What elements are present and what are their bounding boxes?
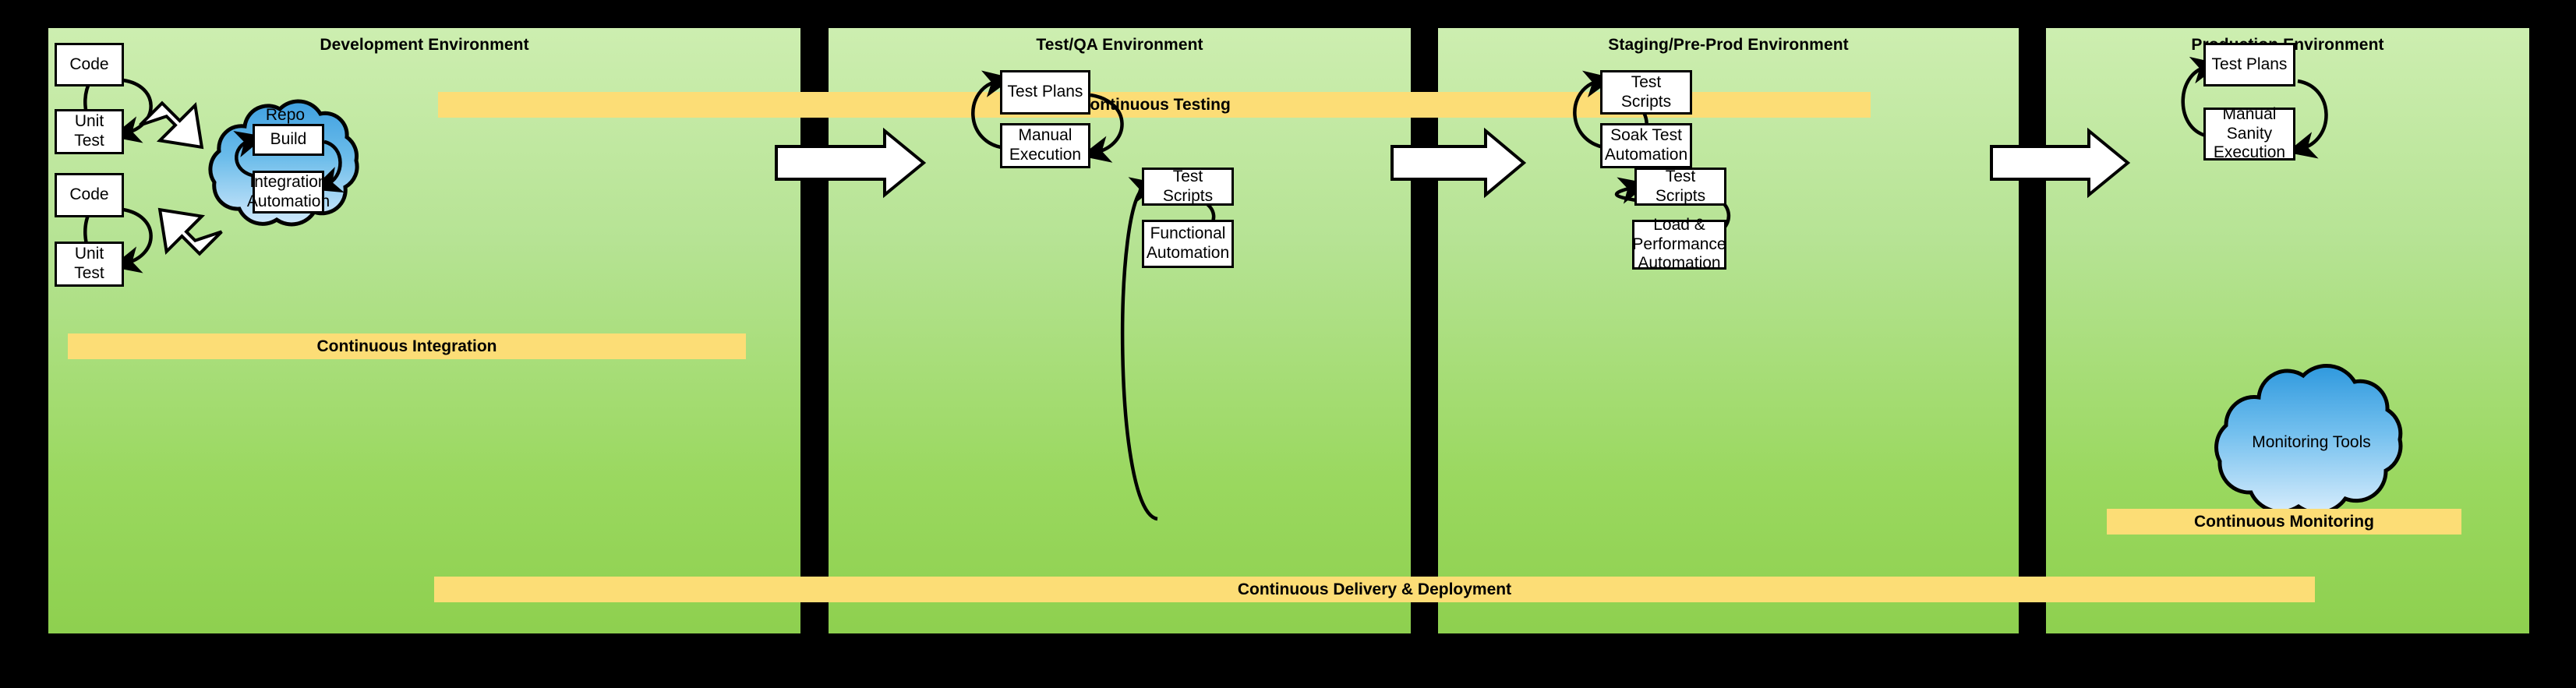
node-test-scripts-staging-bottom-label: Test Scripts — [1655, 167, 1706, 205]
node-code-top[interactable]: Code — [55, 43, 124, 86]
node-soak-test-automation[interactable]: Soak Test Automation — [1600, 123, 1692, 168]
node-build[interactable]: Build — [253, 124, 324, 156]
node-manual-sanity-execution[interactable]: Manual Sanity Execution — [2203, 104, 2295, 162]
node-load-performance-automation[interactable]: Load & Performance Automation — [1632, 216, 1726, 272]
node-test-scripts-qa-label: Test Scripts — [1162, 167, 1214, 205]
node-unit-test-bottom-label: Unit Test — [74, 245, 104, 282]
node-functional-automation-label: Functional Automation — [1146, 224, 1230, 262]
node-code-bottom[interactable]: Code — [55, 173, 124, 217]
node-test-plans-prod-label: Test Plans — [2211, 55, 2288, 73]
panel-title-development: Development Environment — [320, 36, 529, 54]
node-test-plans-qa[interactable]: Test Plans — [1000, 70, 1090, 115]
band-continuous-testing-label: Continuous Testing — [1078, 95, 1231, 114]
node-soak-test-automation-label: Soak Test Automation — [1604, 126, 1688, 164]
node-integration-automation[interactable]: Integration Automation — [247, 171, 330, 213]
node-test-scripts-staging-bottom[interactable]: Test Scripts — [1634, 168, 1726, 206]
node-manual-execution-label: Manual Execution — [1009, 126, 1082, 164]
node-unit-test-bottom[interactable]: Unit Test — [55, 242, 124, 287]
band-continuous-integration-label: Continuous Integration — [316, 337, 497, 355]
node-unit-test-top[interactable]: Unit Test — [55, 109, 124, 154]
band-continuous-monitoring: Continuous Monitoring — [2107, 509, 2461, 535]
band-continuous-delivery-deployment: Continuous Delivery & Deployment — [434, 577, 2315, 602]
band-continuous-integration: Continuous Integration — [68, 333, 746, 359]
repo-cloud-label: Repo — [265, 106, 306, 124]
band-continuous-delivery-deployment-label: Continuous Delivery & Deployment — [1237, 580, 1512, 598]
node-manual-execution[interactable]: Manual Execution — [1000, 123, 1090, 168]
node-functional-automation[interactable]: Functional Automation — [1142, 220, 1234, 268]
node-code-top-label: Code — [69, 55, 109, 73]
node-integration-automation-label: Integration Automation — [246, 172, 330, 210]
panel-test-qa-environment: Test/QA Environment — [829, 28, 1411, 633]
panel-development-environment: Development Environment — [48, 28, 800, 633]
monitoring-tools-cloud: Monitoring Tools — [2196, 360, 2426, 516]
node-test-scripts-staging-top[interactable]: Test Scripts — [1600, 70, 1692, 115]
devops-pipeline-diagram: Development Environment Test/QA Environm… — [0, 0, 2576, 688]
panel-title-staging: Staging/Pre-Prod Environment — [1608, 36, 1849, 54]
node-manual-sanity-execution-label: Manual Sanity Execution — [2213, 104, 2286, 162]
node-test-plans-qa-label: Test Plans — [1007, 83, 1083, 101]
node-test-scripts-staging-top-label: Test Scripts — [1620, 72, 1672, 111]
node-build-label: Build — [270, 130, 307, 149]
node-test-scripts-qa[interactable]: Test Scripts — [1142, 168, 1234, 206]
node-load-performance-automation-label: Load & Performance Automation — [1632, 215, 1726, 273]
node-unit-test-top-label: Unit Test — [74, 112, 104, 150]
panel-staging-preprod-environment: Staging/Pre-Prod Environment — [1438, 28, 2019, 633]
band-continuous-monitoring-label: Continuous Monitoring — [2194, 512, 2374, 531]
panel-title-test-qa: Test/QA Environment — [1036, 36, 1203, 54]
node-code-bottom-label: Code — [69, 185, 109, 204]
node-test-plans-prod[interactable]: Test Plans — [2203, 43, 2295, 86]
monitoring-tools-label: Monitoring Tools — [2252, 433, 2371, 451]
